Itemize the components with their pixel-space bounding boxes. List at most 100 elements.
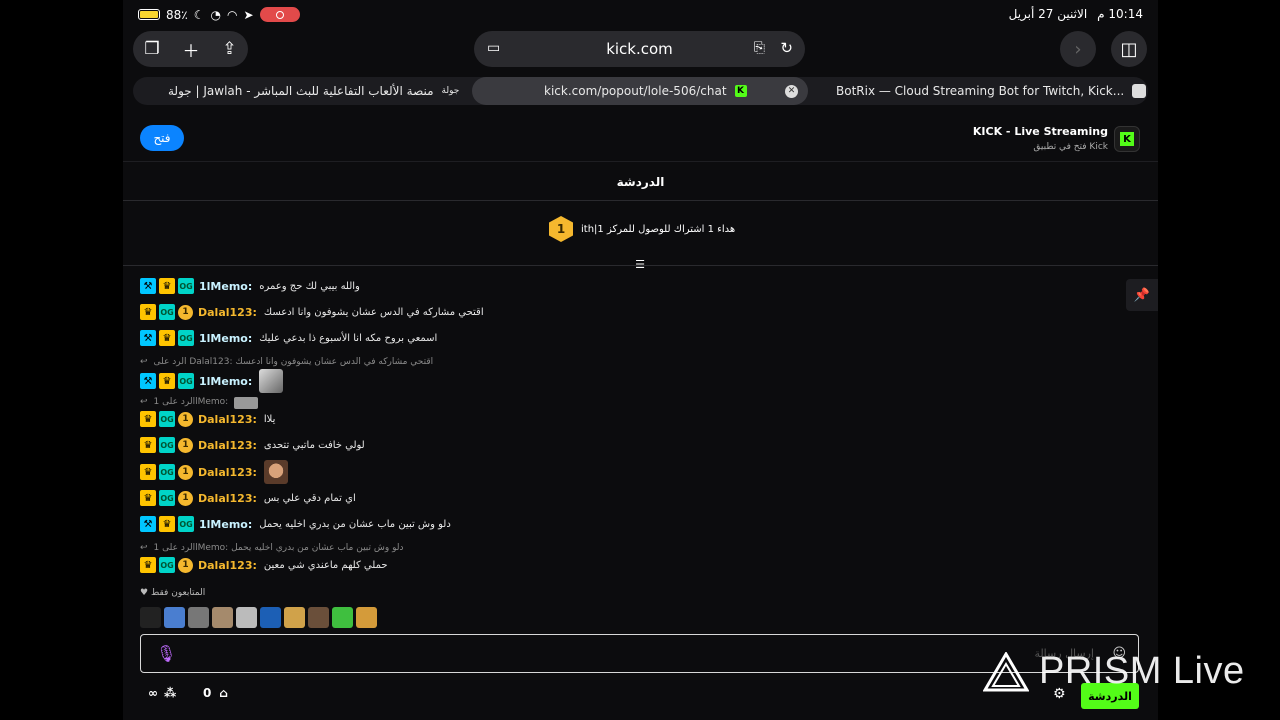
vip-crown-icon: ♛ xyxy=(159,278,175,294)
new-tab-icon[interactable]: ＋ xyxy=(182,37,199,62)
chat-username[interactable]: 1lMemo: xyxy=(199,518,252,531)
chat-text: حملي كلهم ماعندي شي معين xyxy=(263,559,388,571)
reply-text: الرد على Dalal123: اقتحي مشاركه في الدس … xyxy=(153,357,434,367)
og-badge-icon: OG xyxy=(159,464,175,480)
open-app-button[interactable]: فتح xyxy=(140,125,184,151)
emote-green[interactable] xyxy=(332,607,353,628)
prism-live-watermark: PRISM Live xyxy=(983,650,1245,693)
sidebar-icon[interactable]: ◫ xyxy=(1111,31,1147,67)
address-text: kick.com xyxy=(606,40,673,58)
chat-username[interactable]: Dalal123: xyxy=(198,492,257,505)
chat-username[interactable]: Dalal123: xyxy=(198,306,257,319)
pin-icon[interactable]: 📌 xyxy=(1126,279,1158,311)
reload-icon[interactable]: ↻ xyxy=(780,39,793,57)
moderator-badge-icon: ⚒ xyxy=(140,330,156,346)
lock-rotation-icon: ◔ xyxy=(210,7,221,22)
collapse-icon[interactable]: ☰ xyxy=(633,258,647,272)
chat-text: اسمعي بروح مكه انا الأسبوع ذا بدعي عليك xyxy=(259,332,438,344)
moderator-badge-icon: ⚒ xyxy=(140,278,156,294)
page-menu-icon[interactable]: ▭ xyxy=(487,40,500,56)
close-tab-icon[interactable]: ✕ xyxy=(785,84,798,98)
app-banner: فتح KICK - Live Streaming فتح في تطبيق K… xyxy=(123,116,1158,162)
tab-botrix[interactable]: BotRix — Cloud Streaming Bot for Twitch,… xyxy=(836,77,1147,105)
browser-toolbar: ❐ ＋ ⇪ ▭ kick.com ⎘ ↻ › ◫ xyxy=(123,30,1158,68)
kick-favicon-icon: K xyxy=(734,85,747,97)
subscriber-badge-icon: 1 xyxy=(178,437,193,453)
tabs-overview-icon[interactable]: ❐ xyxy=(144,39,159,59)
app-title: KICK - Live Streaming xyxy=(972,125,1108,138)
chat-message[interactable]: ⚒ ♛ OG 1lMemo: اسمعي بروح مكه انا الأسبو… xyxy=(140,329,437,347)
forward-icon[interactable]: › xyxy=(1060,31,1096,67)
reply-text: الرد على 1lMemo: xyxy=(153,397,229,407)
chat-message[interactable]: ♛ OG 1 Dalal123: لولي خافت ماتبي تتحدى xyxy=(140,436,365,454)
reply-text: الرد على 1lMemo: دلو وش تبين ماب عشان من… xyxy=(153,543,404,553)
chat-header: الدردشة xyxy=(123,163,1158,201)
subscriber-badge-icon: 1 xyxy=(178,557,193,573)
chat-message[interactable]: ♛ OG 1 Dalal123: يلاا xyxy=(140,410,275,428)
channel-points[interactable]: ∞ ⁂ xyxy=(148,686,176,700)
address-bar[interactable]: ▭ kick.com ⎘ ↻ xyxy=(474,31,805,67)
emote-blue[interactable] xyxy=(164,607,185,628)
chat-message[interactable]: ♛ OG 1 Dalal123: xyxy=(140,460,288,484)
tab-actions-group: ❐ ＋ ⇪ xyxy=(133,31,248,67)
subscriber-badge-icon: 1 xyxy=(178,464,193,480)
chat-text: اي تمام دقي علي بس xyxy=(263,492,356,504)
rank-hexagon-icon: 1 xyxy=(549,216,573,242)
reply-icon: ↩ xyxy=(140,397,148,407)
chat-message[interactable]: ♛ OG 1 Dalal123: اي تمام دقي علي بس xyxy=(140,489,356,507)
share-icon[interactable]: ⇪ xyxy=(222,39,236,59)
emote-image[interactable] xyxy=(263,460,288,484)
reader-icon[interactable]: ⎘ xyxy=(754,40,765,56)
chat-message[interactable]: ♛ OG 1 Dalal123: اقتحي مشاركه في الدس عش… xyxy=(140,303,484,321)
reply-icon: ↩ xyxy=(140,543,148,553)
emote-image[interactable] xyxy=(259,369,284,393)
og-badge-icon: OG xyxy=(159,304,175,320)
chat-username[interactable]: Dalal123: xyxy=(198,466,257,479)
og-badge-icon: OG xyxy=(159,411,175,427)
sub-goal-banner[interactable]: 1 ith|هداء 1 اشتراك للوصول للمركز 1 xyxy=(123,202,1158,266)
tab-kick-chat[interactable]: kick.com/popout/lole-506/chat K ✕ xyxy=(472,77,808,105)
emote-text-blue[interactable] xyxy=(260,607,281,628)
chat-username[interactable]: Dalal123: xyxy=(198,413,257,426)
moderator-badge-icon: ⚒ xyxy=(140,373,156,389)
followers-only-notice: ♥ المتابعون فقط xyxy=(140,588,205,598)
chat-username[interactable]: Dalal123: xyxy=(198,439,257,452)
status-date: الاثنين 27 أبريل xyxy=(1008,7,1088,21)
status-time: 10:14 م xyxy=(1097,7,1143,21)
reply-icon: ↩ xyxy=(140,357,148,367)
emote-dark[interactable] xyxy=(308,607,329,628)
subscriber-badge-icon: 1 xyxy=(178,304,193,320)
chat-message[interactable]: ⚒ ♛ OG 1lMemo: والله بيبي لك حج وعمره xyxy=(140,277,360,295)
emote-quick-bar xyxy=(140,607,377,628)
chat-username[interactable]: 1lMemo: xyxy=(199,280,252,293)
og-badge-icon: OG xyxy=(178,330,194,346)
chat-message[interactable]: ♛ OG 1 Dalal123: حملي كلهم ماعندي شي معي… xyxy=(140,556,388,574)
store-counter[interactable]: 0 ⌂ xyxy=(203,686,228,700)
heart-icon: ♥ xyxy=(140,588,149,598)
chat-username[interactable]: 1lMemo: xyxy=(199,332,252,345)
chat-text: والله بيبي لك حج وعمره xyxy=(259,280,360,292)
chat-message[interactable]: ⚒ ♛ OG 1lMemo: دلو وش تبين ماب عشان من ب… xyxy=(140,515,451,533)
microphone-icon[interactable]: 🎙 xyxy=(156,644,176,663)
chat-text: دلو وش تبين ماب عشان من بدري اخليه يحمل xyxy=(259,518,451,530)
subscriber-badge-icon: 1 xyxy=(178,411,193,427)
og-badge-icon: OG xyxy=(159,437,175,453)
emote-light[interactable] xyxy=(236,607,257,628)
emote-orange[interactable] xyxy=(356,607,377,628)
og-badge-icon: OG xyxy=(159,557,175,573)
wifi-icon: ◠ xyxy=(226,7,238,22)
emote-sign[interactable] xyxy=(284,607,305,628)
followers-only-label: المتابعون فقط xyxy=(150,588,206,598)
store-count: 0 xyxy=(203,686,212,700)
vip-crown-icon: ♛ xyxy=(140,490,156,506)
chat-message[interactable]: ⚒ ♛ OG 1lMemo: xyxy=(140,369,284,393)
tab-jawlah[interactable]: جولة | Jawlah - منصة الألعاب التفاعلية ل… xyxy=(168,77,459,105)
chat-username[interactable]: 1lMemo: xyxy=(199,375,252,388)
store-icon: ⌂ xyxy=(219,686,228,700)
emote-gray[interactable] xyxy=(188,607,209,628)
chat-username[interactable]: Dalal123: xyxy=(198,559,257,572)
emote-sparkle[interactable] xyxy=(140,607,161,628)
screen-record-icon[interactable] xyxy=(259,7,300,22)
jawlah-favicon: جولة xyxy=(441,86,460,96)
emote-brown[interactable] xyxy=(212,607,233,628)
